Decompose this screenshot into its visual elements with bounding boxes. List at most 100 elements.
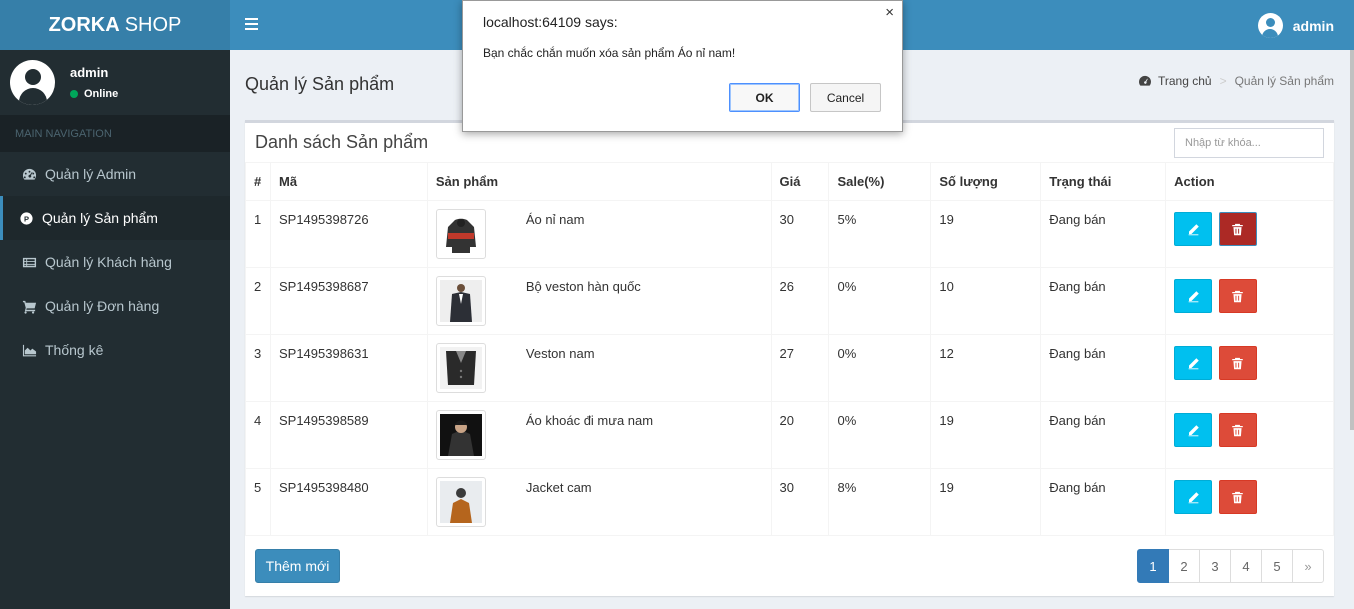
product-icon: P: [18, 210, 34, 226]
nav-header: MAIN NAVIGATION: [0, 115, 230, 152]
row-code: SP1495398480: [269, 468, 428, 536]
user-avatar-icon: [1257, 13, 1283, 38]
product-thumbnail: [435, 343, 486, 393]
table-header-row: # Mã Sản phẩm Giá Sale(%) Số lượng Trạng…: [245, 162, 1334, 201]
breadcrumb-current: Quản lý Sản phẩm: [1234, 74, 1334, 88]
col-header-index: #: [245, 162, 271, 201]
col-header-price: Giá: [770, 162, 830, 201]
row-product-name: Veston nam: [525, 346, 595, 361]
user-status-label: Online: [84, 88, 119, 100]
edit-button[interactable]: [1174, 413, 1213, 447]
logo-bold: ZORKA: [48, 13, 120, 36]
sidebar-item-label: Quản lý Sản phẩm: [42, 210, 158, 226]
sidebar-item-orders[interactable]: Quản lý Đơn hàng: [0, 284, 230, 328]
trash-icon: [1232, 424, 1244, 436]
table-row: 3 SP1495398631 Veston nam 27 0% 12 Đang …: [245, 334, 1334, 402]
sidebar-item-products[interactable]: P Quản lý Sản phẩm: [0, 196, 230, 240]
breadcrumb-home[interactable]: Trang chủ: [1158, 74, 1212, 88]
sidebar-item-statistics[interactable]: Thống kê: [0, 328, 230, 372]
trash-icon: [1232, 290, 1244, 302]
table-row: 2 SP1495398687 Bộ veston hàn quốc 26 0% …: [245, 267, 1334, 335]
row-quantity: 19: [930, 401, 1042, 469]
page-2-button[interactable]: 2: [1168, 549, 1200, 583]
sidebar: ZORKA SHOP admin Online MAIN NAVIGATION …: [0, 0, 230, 609]
row-status: Đang bán: [1040, 468, 1167, 536]
row-quantity: 19: [930, 200, 1042, 268]
row-status: Đang bán: [1040, 401, 1167, 469]
trash-icon: [1232, 357, 1244, 369]
dialog-message: Bạn chắc chắn muốn xóa sản phẩm Áo nỉ na…: [483, 46, 736, 60]
logo[interactable]: ZORKA SHOP: [0, 0, 230, 50]
pencil-icon: [1188, 357, 1199, 369]
product-thumbnail: [435, 477, 486, 527]
delete-button[interactable]: [1218, 212, 1257, 246]
row-index: 4: [245, 401, 271, 469]
page-5-button[interactable]: 5: [1261, 549, 1293, 583]
edit-button[interactable]: [1174, 212, 1213, 246]
delete-button[interactable]: [1218, 413, 1257, 447]
row-code: SP1495398687: [269, 267, 428, 335]
row-code: SP1495398631: [269, 334, 428, 402]
row-index: 3: [245, 334, 271, 402]
row-index: 2: [245, 267, 271, 335]
sidebar-item-label: Quản lý Admin: [45, 166, 137, 182]
row-sale: 0%: [828, 401, 932, 469]
user-name: admin: [70, 65, 109, 80]
top-user-name: admin: [1292, 17, 1334, 34]
confirm-dialog: localhost:64109 says: × Bạn chắc chắn mu…: [462, 0, 903, 132]
edit-button[interactable]: [1174, 346, 1213, 380]
row-quantity: 10: [930, 267, 1042, 335]
trash-icon: [1232, 223, 1244, 235]
row-sale: 0%: [828, 334, 932, 402]
search-input[interactable]: [1174, 128, 1324, 158]
pencil-icon: [1188, 424, 1199, 436]
row-product-name: Áo nỉ nam: [525, 212, 585, 227]
page-1-button[interactable]: 1: [1137, 549, 1169, 583]
pencil-icon: [1188, 491, 1199, 503]
customer-list-icon: [21, 254, 37, 270]
row-product-name: Áo khoác đi mưa nam: [525, 413, 654, 428]
breadcrumb: Trang chủ > Quản lý Sản phẩm: [1138, 74, 1334, 88]
row-index: 1: [245, 200, 271, 268]
row-product-name: Bộ veston hàn quốc: [525, 279, 641, 294]
box-title: Danh sách Sản phẩm: [255, 132, 429, 152]
row-product-name: Jacket cam: [525, 480, 592, 495]
page-scrollbar[interactable]: [1350, 0, 1354, 609]
page-4-button[interactable]: 4: [1230, 549, 1262, 583]
dashboard-icon: [1138, 75, 1151, 86]
row-price: 30: [770, 200, 830, 268]
pencil-icon: [1188, 290, 1199, 302]
edit-button[interactable]: [1174, 279, 1213, 313]
row-quantity: 19: [930, 468, 1042, 536]
ok-button[interactable]: OK: [729, 83, 800, 112]
delete-button[interactable]: [1218, 346, 1257, 380]
delete-button[interactable]: [1218, 480, 1257, 514]
product-thumbnail: [435, 209, 486, 259]
user-panel: admin Online: [0, 50, 230, 115]
menu-toggle-icon[interactable]: [245, 18, 258, 30]
cancel-button[interactable]: Cancel: [810, 83, 881, 112]
col-header-sale: Sale(%): [828, 162, 932, 201]
sidebar-item-customers[interactable]: Quản lý Khách hàng: [0, 240, 230, 284]
page-3-button[interactable]: 3: [1199, 549, 1231, 583]
row-status: Đang bán: [1040, 334, 1167, 402]
sidebar-item-admin[interactable]: Quản lý Admin: [0, 152, 230, 196]
edit-button[interactable]: [1174, 480, 1213, 514]
next-page-button[interactable]: »: [1292, 549, 1324, 583]
col-header-quantity: Số lượng: [930, 162, 1042, 201]
dialog-title: localhost:64109 says:: [483, 14, 618, 30]
top-user-menu[interactable]: admin: [1257, 13, 1334, 38]
add-new-button[interactable]: Thêm mới: [255, 549, 340, 583]
dashboard-icon: [21, 166, 37, 182]
delete-button[interactable]: [1218, 279, 1257, 313]
col-header-action: Action: [1165, 162, 1334, 201]
close-icon[interactable]: ×: [885, 4, 894, 21]
product-thumbnail: [435, 410, 486, 460]
online-dot-icon: [70, 90, 78, 98]
row-price: 26: [770, 267, 830, 335]
col-header-status: Trạng thái: [1040, 162, 1167, 201]
breadcrumb-separator: >: [1219, 74, 1227, 88]
table-row: 1 SP1495398726 Áo nỉ nam 30 5% 19 Đang b…: [245, 200, 1334, 268]
row-price: 27: [770, 334, 830, 402]
sidebar-item-label: Quản lý Đơn hàng: [45, 298, 160, 314]
